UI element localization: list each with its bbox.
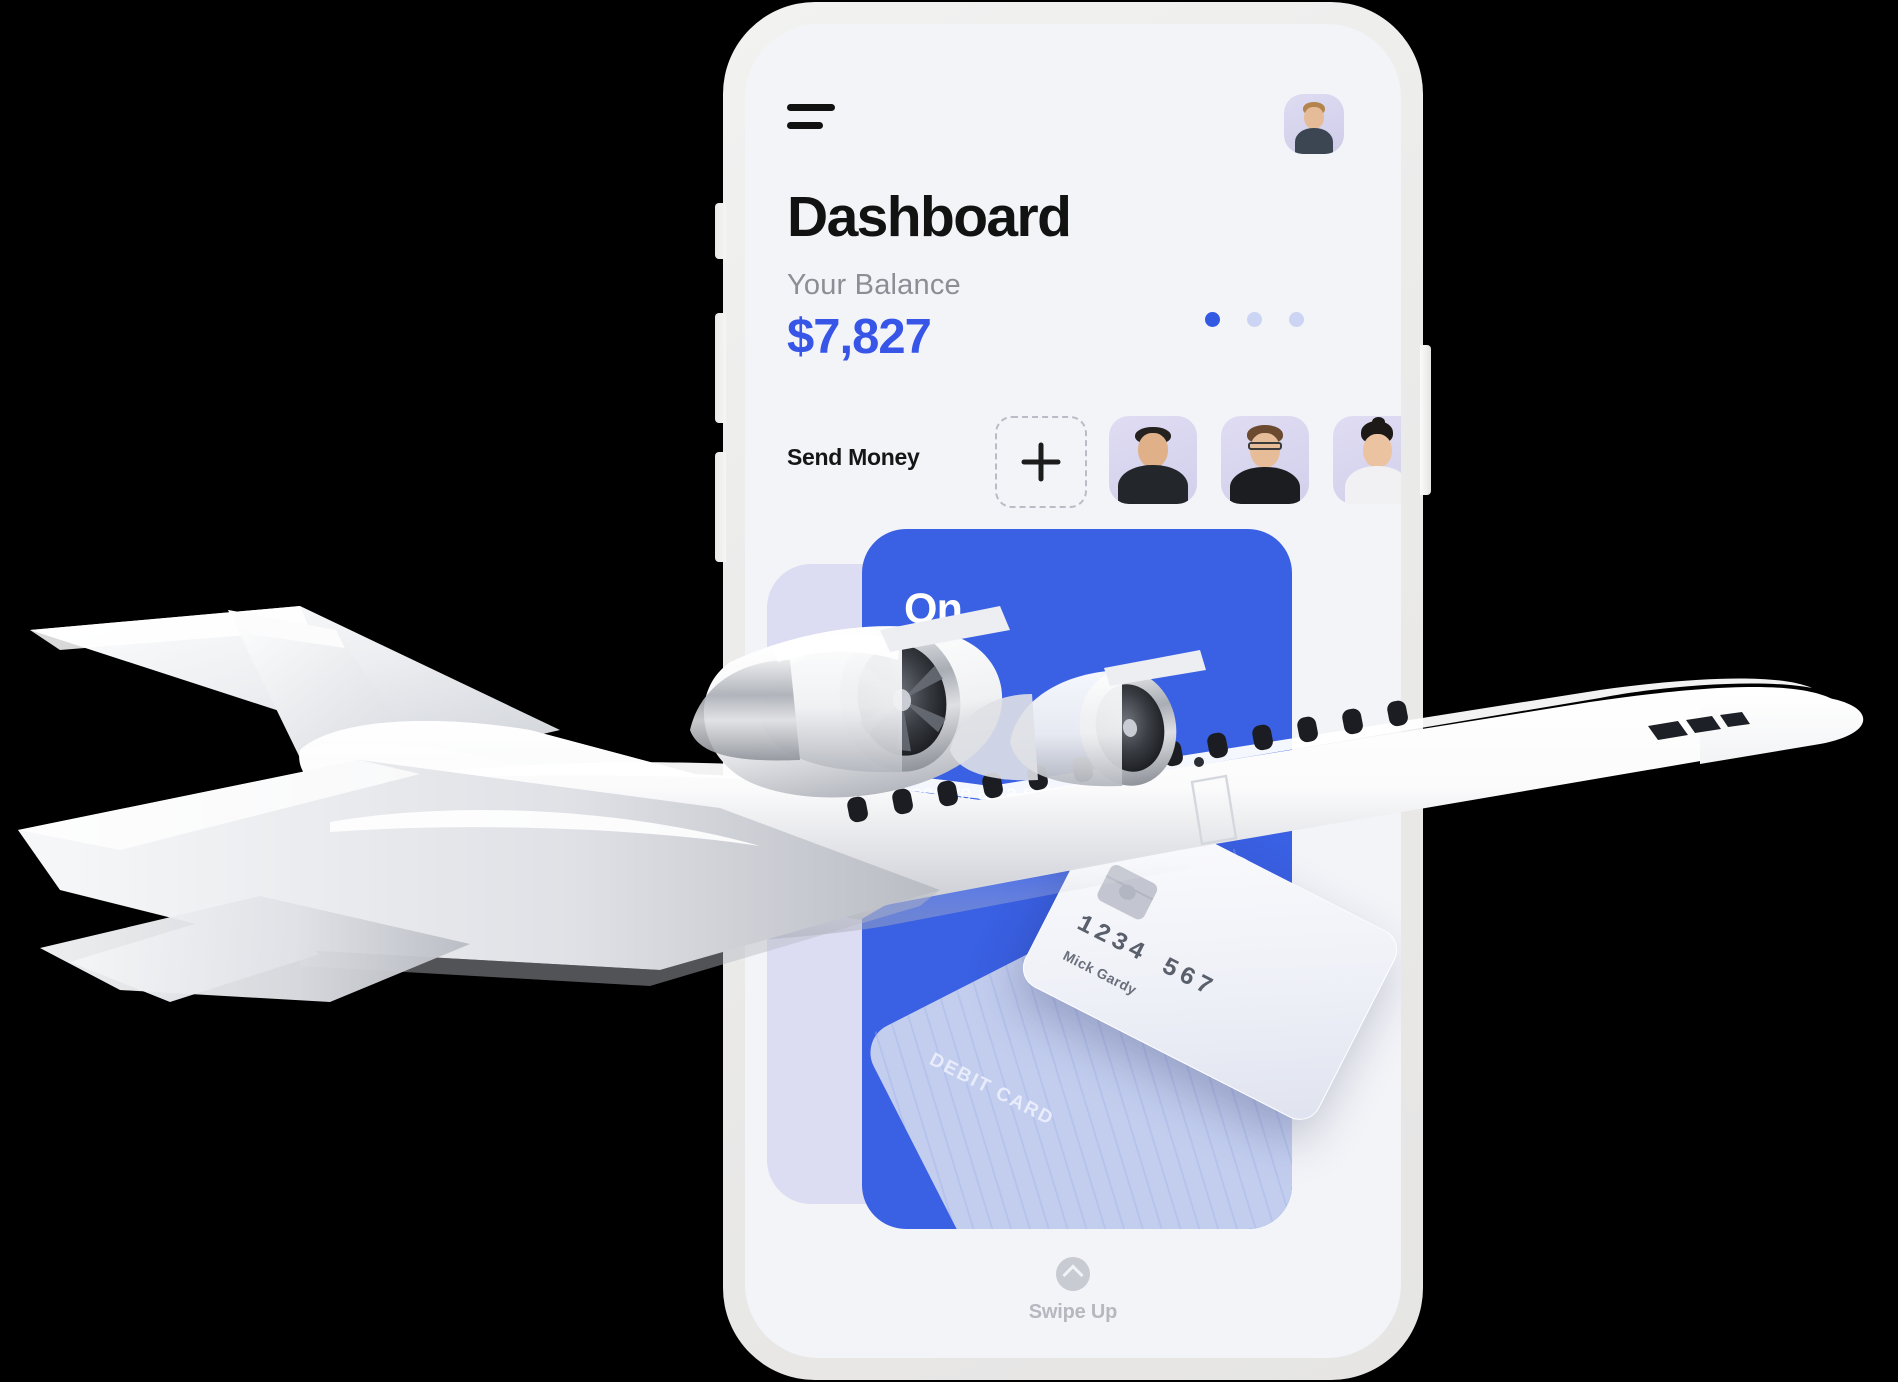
phone-volume-up-button[interactable]: [715, 313, 726, 423]
app-topbar: [745, 24, 1401, 154]
carousel-pagination: [1205, 312, 1304, 327]
page-title: Dashboard: [787, 185, 1072, 249]
chevron-up-icon[interactable]: [1056, 1257, 1090, 1291]
discover-link[interactable]: Discover: [904, 841, 993, 873]
contact-avatar-2[interactable]: [1221, 416, 1309, 504]
send-money-row: Send Money: [745, 416, 1401, 508]
promo-card-title: On: [904, 585, 963, 633]
avatar-face: [1284, 94, 1344, 154]
swipe-up-control[interactable]: Swipe Up: [745, 1257, 1401, 1324]
phone-volume-down-button[interactable]: [715, 452, 726, 562]
phone-screen: Dashboard Your Balance $7,827 Send Money: [745, 24, 1401, 1358]
send-money-label: Send Money: [787, 444, 920, 470]
pagination-dot-2[interactable]: [1247, 312, 1262, 327]
contact-avatar-3[interactable]: [1333, 416, 1401, 504]
pagination-dot-3[interactable]: [1289, 312, 1304, 327]
hamburger-menu-icon[interactable]: [787, 104, 837, 138]
scene-root: Dashboard Your Balance $7,827 Send Money: [0, 0, 1898, 1382]
phone-power-button[interactable]: [1420, 345, 1431, 495]
balance-label: Your Balance: [787, 269, 961, 301]
card-number: 1234 567: [1071, 908, 1221, 1004]
balance-value: $7,827: [787, 310, 932, 364]
phone-silence-switch[interactable]: [715, 203, 726, 259]
card-chip-icon: [1095, 862, 1160, 922]
add-contact-button[interactable]: [995, 416, 1087, 508]
promo-card-subtitle: receive as a gift: [904, 782, 1052, 805]
contact-avatar-1[interactable]: [1109, 416, 1197, 504]
user-profile-avatar[interactable]: [1284, 94, 1344, 154]
swipe-up-label: Swipe Up: [1028, 1301, 1118, 1323]
pagination-dot-1[interactable]: [1205, 312, 1220, 327]
